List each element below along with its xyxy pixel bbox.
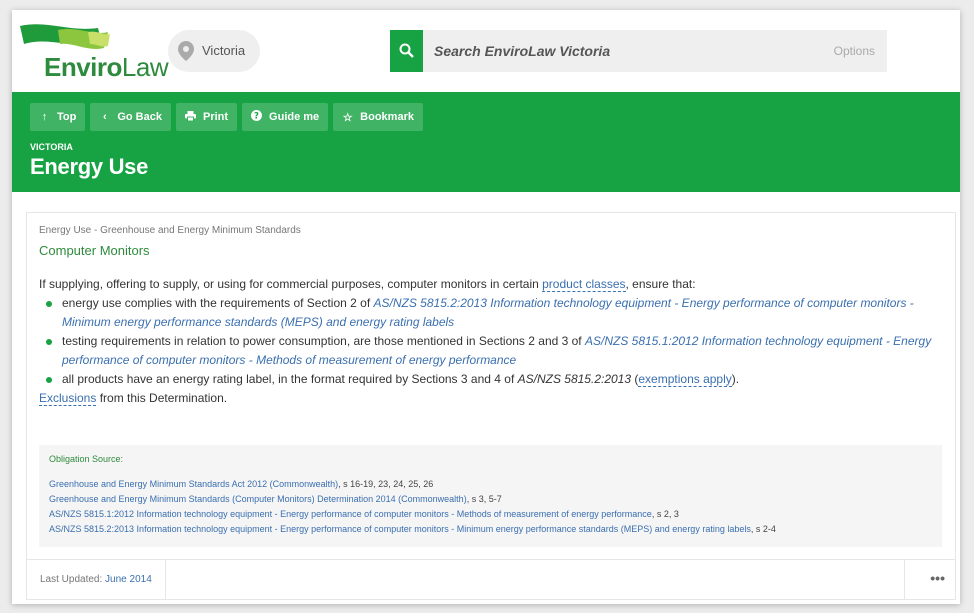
toolbar: ↑ Top ‹ Go Back Print ? Guide me ☆ Bookm… — [30, 103, 428, 131]
source-link[interactable]: AS/NZS 5815.2:2013 Information technolog… — [49, 524, 751, 534]
printer-icon — [184, 110, 196, 124]
bullet-icon — [46, 301, 52, 307]
search-button[interactable] — [390, 30, 423, 72]
obligation-card: Energy Use - Greenhouse and Energy Minim… — [26, 212, 956, 600]
obligation-source-box: Obligation Source: Greenhouse and Energy… — [39, 445, 942, 547]
exclusions-link[interactable]: Exclusions — [39, 391, 97, 406]
source-sections: , s 16-19, 23, 24, 25, 26 — [338, 479, 434, 489]
logo-wordmark: EnviroLaw — [44, 52, 169, 83]
obligation-source-title: Obligation Source: — [49, 454, 124, 464]
bullet-icon — [46, 377, 52, 383]
obligation-list: energy use complies with the requirement… — [39, 294, 939, 389]
question-circle-icon: ? — [251, 110, 263, 124]
obligation-heading: Computer Monitors — [39, 243, 150, 258]
obligation-body: If supplying, offering to supply, or usi… — [39, 275, 939, 408]
search-icon — [399, 43, 414, 58]
chevron-left-icon: ‹ — [103, 111, 107, 123]
paren-close: ). — [731, 372, 740, 386]
source-link[interactable]: Greenhouse and Energy Minimum Standards … — [49, 479, 338, 489]
map-pin-icon — [178, 41, 194, 61]
list-item: all products have an energy rating label… — [39, 370, 939, 389]
guide-me-button[interactable]: ? Guide me — [242, 103, 329, 131]
svg-text:?: ? — [254, 112, 259, 121]
envirolaw-logo[interactable]: EnviroLaw — [18, 22, 169, 82]
footer-divider — [904, 560, 905, 600]
bookmark-button[interactable]: ☆ Bookmark — [333, 103, 423, 131]
list-item: testing requirements in relation to powe… — [39, 332, 939, 370]
search-input[interactable] — [430, 30, 820, 72]
intro-text: If supplying, offering to supply, or usi… — [39, 277, 543, 291]
top-button[interactable]: ↑ Top — [30, 103, 86, 131]
source-line: AS/NZS 5815.2:2013 Information technolog… — [49, 522, 932, 537]
bullet-icon — [46, 339, 52, 345]
intro-text-end: , ensure that: — [625, 277, 696, 291]
location-selector[interactable]: Victoria — [168, 30, 260, 72]
print-button-label: Print — [202, 111, 229, 123]
bookmark-button-label: Bookmark — [360, 111, 414, 123]
state-label: Victoria — [30, 142, 73, 152]
list-item-text: testing requirements in relation to powe… — [62, 334, 585, 348]
print-button[interactable]: Print — [175, 103, 238, 131]
exemptions-link[interactable]: exemptions apply — [638, 372, 732, 387]
source-sections: , s 2-4 — [750, 524, 776, 534]
source-sections: , s 3, 5-7 — [466, 494, 502, 504]
footer-divider — [165, 560, 166, 600]
go-back-button-label: Go Back — [117, 111, 162, 123]
header: EnviroLaw Victoria Options — [12, 10, 960, 92]
last-updated-value[interactable]: June 2014 — [105, 574, 152, 585]
star-icon: ☆ — [342, 111, 353, 124]
guide-me-button-label: Guide me — [269, 111, 320, 123]
breadcrumb: Energy Use - Greenhouse and Energy Minim… — [39, 225, 301, 236]
source-line: Greenhouse and Energy Minimum Standards … — [49, 492, 932, 507]
page-title: Energy Use — [30, 154, 149, 179]
source-link[interactable]: AS/NZS 5815.1:2012 Information technolog… — [49, 509, 652, 519]
logo-law-text: Law — [121, 52, 169, 82]
product-classes-link[interactable]: product classes — [542, 277, 626, 292]
location-label: Victoria — [202, 43, 246, 58]
search-bar: Options — [390, 30, 887, 72]
exclusions-paragraph: Exclusions from this Determination. — [39, 389, 939, 408]
exclusions-text: from this Determination. — [96, 391, 228, 405]
list-item: energy use complies with the requirement… — [39, 294, 939, 332]
title-band: ↑ Top ‹ Go Back Print ? Guide me ☆ Bookm… — [12, 92, 960, 192]
source-line: Greenhouse and Energy Minimum Standards … — [49, 477, 932, 492]
page-frame: EnviroLaw Victoria Options ↑ — [12, 10, 960, 604]
source-sections: , s 2, 3 — [651, 509, 679, 519]
list-item-text: all products have an energy rating label… — [62, 372, 518, 386]
list-item-text: energy use complies with the requirement… — [62, 296, 374, 310]
source-link[interactable]: Greenhouse and Energy Minimum Standards … — [49, 494, 467, 504]
more-options-icon[interactable]: ••• — [930, 570, 945, 586]
arrow-up-icon: ↑ — [41, 111, 48, 123]
go-back-button[interactable]: ‹ Go Back — [90, 103, 171, 131]
top-button-label: Top — [57, 111, 77, 123]
search-options-link[interactable]: Options — [834, 44, 875, 58]
source-line: AS/NZS 5815.1:2012 Information technolog… — [49, 507, 932, 522]
logo-enviro-text: Enviro — [44, 52, 122, 82]
intro-paragraph: If supplying, offering to supply, or usi… — [39, 275, 939, 294]
standard-reference: AS/NZS 5815.2:2013 — [517, 372, 632, 386]
card-footer: Last Updated: June 2014 ••• — [27, 559, 955, 600]
last-updated-label: Last Updated: — [40, 574, 103, 585]
last-updated: Last Updated: June 2014 — [40, 574, 152, 585]
